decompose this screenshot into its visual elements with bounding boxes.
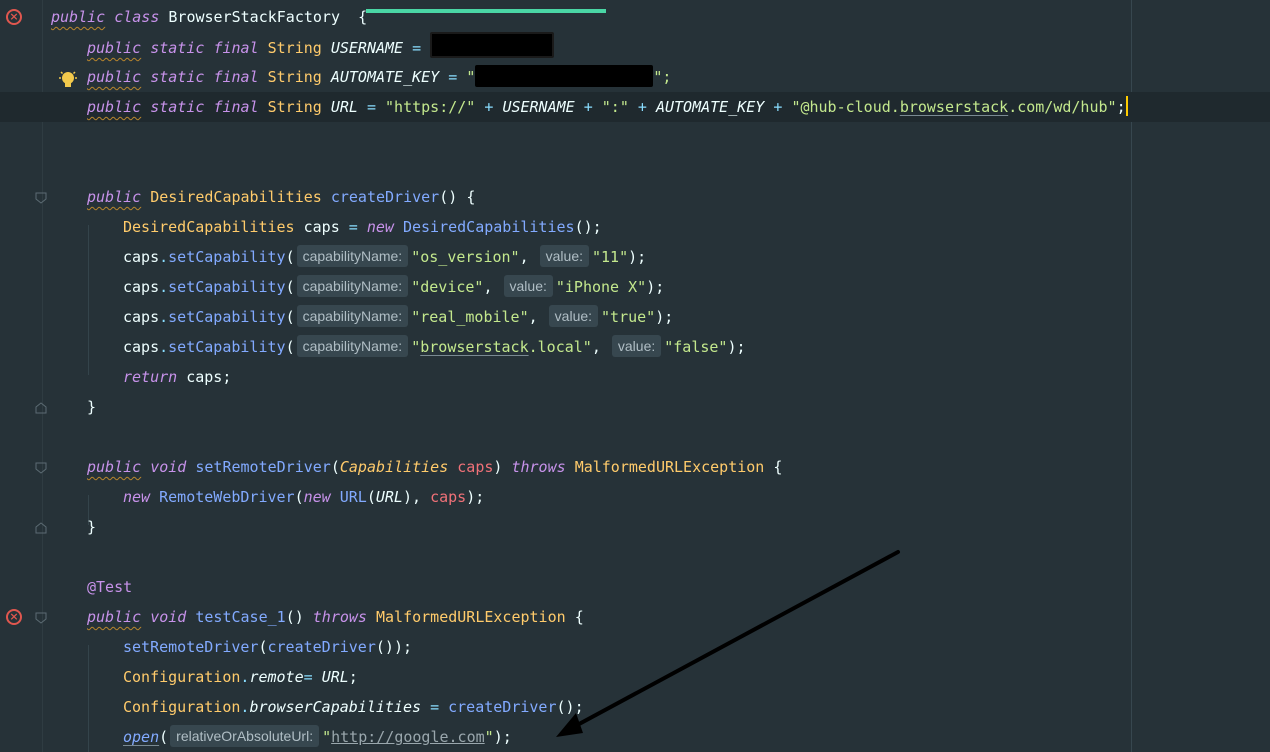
annotation-arrow: [556, 550, 900, 737]
code-editor[interactable]: × × public class BrowserStackFactory { p…: [0, 0, 1270, 752]
